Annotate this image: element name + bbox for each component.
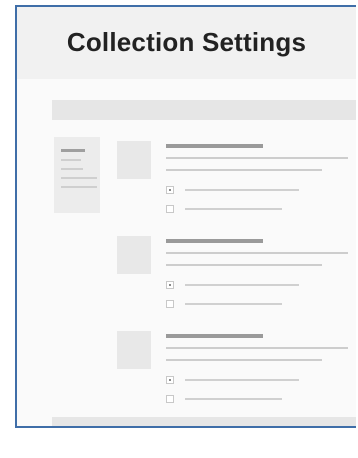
- option-label-placeholder: [185, 303, 282, 305]
- settings-window: Collection Settings: [15, 5, 356, 428]
- sidebar-item-1[interactable]: [61, 149, 85, 152]
- option-checkbox[interactable]: [166, 205, 174, 213]
- settings-section-3: [117, 331, 356, 411]
- option-checkbox[interactable]: [166, 395, 174, 403]
- top-toolbar-placeholder: [52, 100, 356, 120]
- sidebar-item-4[interactable]: [61, 177, 97, 179]
- option-label-placeholder: [185, 379, 299, 381]
- section-heading-placeholder: [166, 334, 263, 338]
- section-heading-placeholder: [166, 144, 263, 148]
- bottom-footer-placeholder: [52, 417, 356, 426]
- section-thumbnail: [117, 236, 151, 274]
- section-description-line: [166, 157, 348, 159]
- window-header: Collection Settings: [17, 7, 356, 80]
- settings-section-1: [117, 141, 356, 221]
- sidebar-item-3[interactable]: [61, 168, 83, 170]
- section-description-line: [166, 359, 322, 361]
- option-checkbox[interactable]: [166, 300, 174, 308]
- settings-section-2: [117, 236, 356, 316]
- option-label-placeholder: [185, 284, 299, 286]
- option-label-placeholder: [185, 189, 299, 191]
- section-description-line: [166, 347, 348, 349]
- section-heading-placeholder: [166, 239, 263, 243]
- sidebar-nav[interactable]: [54, 137, 100, 213]
- settings-content: [17, 79, 356, 426]
- option-checkbox[interactable]: [166, 376, 174, 384]
- section-thumbnail: [117, 331, 151, 369]
- option-label-placeholder: [185, 208, 282, 210]
- section-description-line: [166, 252, 348, 254]
- section-thumbnail: [117, 141, 151, 179]
- window-title: Collection Settings: [66, 27, 307, 57]
- option-label-placeholder: [185, 398, 282, 400]
- sidebar-item-5[interactable]: [61, 186, 97, 188]
- section-description-line: [166, 169, 322, 171]
- sidebar-item-2[interactable]: [61, 159, 81, 161]
- option-checkbox[interactable]: [166, 186, 174, 194]
- option-checkbox[interactable]: [166, 281, 174, 289]
- section-description-line: [166, 264, 322, 266]
